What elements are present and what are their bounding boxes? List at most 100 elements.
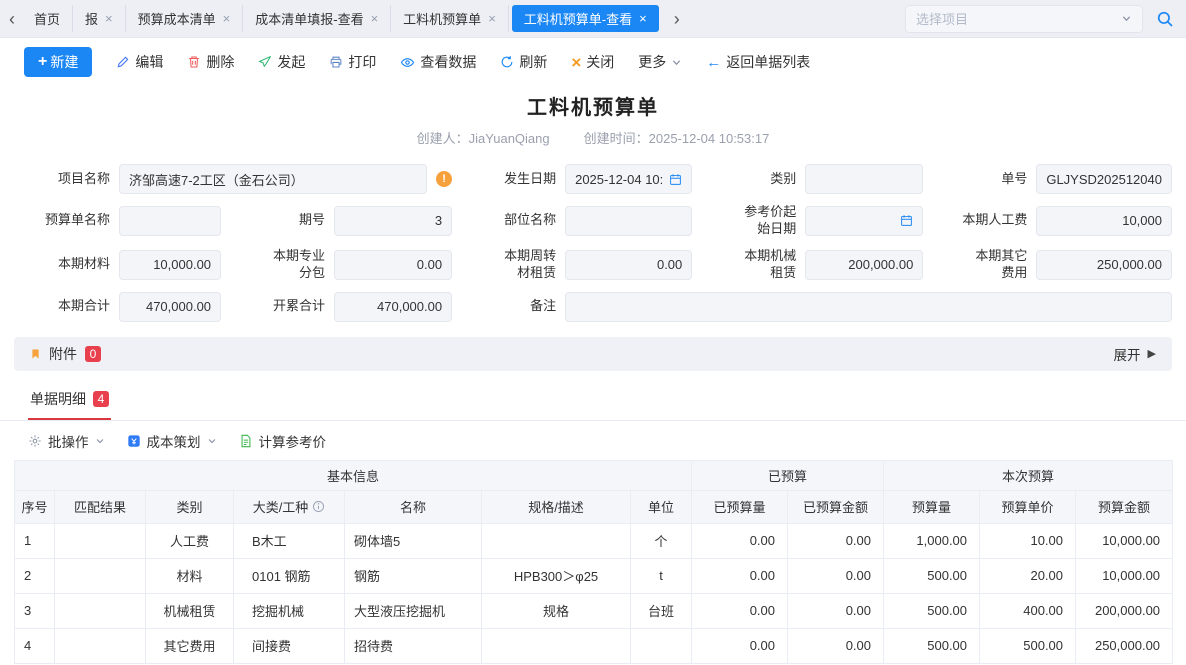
- project-name-input[interactable]: 济邹高速7-2工区（金石公司）: [119, 164, 427, 194]
- refresh-button[interactable]: 刷新: [500, 52, 547, 72]
- doc-form: 项目名称 济邹高速7-2工区（金石公司） ! 发生日期 2025-12-04 1…: [0, 147, 1186, 322]
- category-input[interactable]: [805, 164, 923, 194]
- plus-icon: +: [38, 54, 47, 70]
- tab-doc-1[interactable]: 报 ×: [73, 5, 126, 32]
- field-subcontract-cost: 本期专业 分包 0.00: [245, 248, 452, 282]
- table-cell: t: [631, 558, 692, 593]
- table-cell: 规格: [482, 593, 631, 628]
- group-header-row: 基本信息 已预算 本次预算: [15, 460, 1173, 490]
- period-no-input[interactable]: 3: [334, 206, 452, 236]
- field-label: 本期人工费: [947, 212, 1027, 229]
- close-label: 关闭: [586, 52, 614, 72]
- remark-input[interactable]: [565, 292, 1172, 322]
- tab-cost-list-fill-view[interactable]: 成本清单填报-查看 ×: [243, 5, 391, 32]
- table-cell: 0.00: [692, 558, 788, 593]
- turnover-rent-input[interactable]: 0.00: [565, 250, 692, 280]
- tab-close-icon[interactable]: ×: [223, 12, 231, 25]
- occur-date-input[interactable]: 2025-12-04 10:: [565, 164, 692, 194]
- subcontract-cost-input[interactable]: 0.00: [334, 250, 452, 280]
- batch-ops-label: 批操作: [48, 431, 89, 451]
- back-to-list-button[interactable]: ← 返回单据列表: [706, 52, 810, 72]
- budget-name-input[interactable]: [119, 206, 221, 236]
- table-cell: 0.00: [692, 628, 788, 663]
- tab-close-icon[interactable]: ×: [639, 12, 647, 25]
- tabs-scroll-right-icon[interactable]: ›: [667, 10, 687, 28]
- column-header-row: 序号 匹配结果 类别 大类/工种 名称 规格/描述 单位 已预算量 已预算金额 …: [15, 490, 1173, 523]
- cumulative-total-input[interactable]: 470,000.00: [334, 292, 452, 322]
- info-icon[interactable]: [312, 500, 325, 513]
- machine-rent-input[interactable]: 200,000.00: [805, 250, 923, 280]
- field-label: 类别: [716, 171, 796, 188]
- new-button[interactable]: + 新建: [24, 47, 92, 77]
- tab-home[interactable]: 首页: [22, 5, 73, 32]
- chevron-down-icon: [1121, 13, 1132, 24]
- table-cell: 材料: [146, 558, 234, 593]
- field-label: 开累合计: [245, 298, 325, 315]
- table-cell: 400.00: [980, 593, 1076, 628]
- table-row[interactable]: 1 人工费 B木工 砌体墙5 个 0.00 0.00 1,000.00 10.0…: [15, 523, 1173, 558]
- table-row[interactable]: 2 材料 0101 钢筋 钢筋 HPB300＞φ25 t 0.00 0.00 5…: [15, 558, 1173, 593]
- table-cell: [55, 523, 146, 558]
- table-row[interactable]: 3 机械租赁 挖掘机械 大型液压挖掘机 规格 台班 0.00 0.00 500.…: [15, 593, 1173, 628]
- tab-close-icon[interactable]: ×: [488, 12, 496, 25]
- table-cell: 砌体墙5: [345, 523, 482, 558]
- table-cell: B木工: [234, 523, 345, 558]
- expand-button[interactable]: 展开 ▶: [1114, 344, 1156, 364]
- labor-cost-input[interactable]: 10,000: [1036, 206, 1172, 236]
- close-button[interactable]: × 关闭: [571, 52, 614, 72]
- tab-label: 首页: [34, 9, 60, 28]
- search-icon[interactable]: [1156, 10, 1174, 28]
- field-label: 本期合计: [14, 298, 110, 315]
- triangle-right-icon: ▶: [1148, 347, 1156, 360]
- table-cell: 台班: [631, 593, 692, 628]
- material-cost-input[interactable]: 10,000.00: [119, 250, 221, 280]
- cost-planning-button[interactable]: 成本策划: [127, 431, 217, 451]
- field-label: 项目名称: [14, 171, 110, 188]
- created-time-info: 创建时间：2025-12-04 10:53:17: [584, 128, 770, 147]
- column-header-budgeted-qty: 已预算量: [692, 490, 788, 523]
- warning-icon: !: [436, 171, 452, 187]
- ref-price-date-input[interactable]: [805, 206, 923, 236]
- print-button[interactable]: 打印: [329, 52, 376, 72]
- calendar-icon: [669, 173, 682, 186]
- tab-budget-cost-list[interactable]: 预算成本清单 ×: [126, 5, 244, 32]
- new-button-label: 新建: [50, 52, 78, 72]
- view-data-button[interactable]: 查看数据: [400, 52, 476, 72]
- delete-button[interactable]: 删除: [187, 52, 234, 72]
- tab-close-icon[interactable]: ×: [371, 12, 379, 25]
- tab-strip: 首页 报 × 预算成本清单 × 成本清单填报-查看 × 工料机预算单 × 工料机…: [22, 5, 659, 32]
- group-header-budgeted: 已预算: [692, 460, 884, 490]
- table-cell: 0101 钢筋: [234, 558, 345, 593]
- field-period-total: 本期合计 470,000.00: [14, 292, 221, 322]
- tabs-scroll-left-icon[interactable]: ‹: [2, 10, 22, 28]
- more-button[interactable]: 更多: [638, 52, 682, 72]
- pencil-icon: [116, 55, 130, 69]
- other-cost-input[interactable]: 250,000.00: [1036, 250, 1172, 280]
- initiate-button[interactable]: 发起: [258, 52, 305, 72]
- field-category: 类别: [716, 164, 923, 194]
- tab-material-budget-view-active[interactable]: 工料机预算单-查看 ×: [512, 5, 659, 32]
- attachment-label: 附件: [49, 344, 77, 364]
- field-label: 本期周转 材租赁: [476, 248, 556, 282]
- tab-label: 工料机预算单: [403, 9, 481, 28]
- table-row[interactable]: 4 其它费用 间接费 招待费 0.00 0.00 500.00 500.00 2…: [15, 628, 1173, 663]
- tab-bar: ‹ 首页 报 × 预算成本清单 × 成本清单填报-查看 × 工料机预算单 × 工…: [0, 0, 1186, 38]
- chevron-down-icon: [95, 436, 105, 446]
- tab-close-icon[interactable]: ×: [105, 12, 113, 25]
- period-total-input[interactable]: 470,000.00: [119, 292, 221, 322]
- tab-label: 成本清单填报-查看: [255, 9, 363, 28]
- batch-ops-button[interactable]: 批操作: [28, 431, 105, 451]
- tab-detail-lines[interactable]: 单据明细 4: [28, 384, 111, 420]
- field-material-cost: 本期材料 10,000.00: [14, 248, 221, 282]
- tab-material-budget[interactable]: 工料机预算单 ×: [391, 5, 509, 32]
- column-header-name: 名称: [345, 490, 482, 523]
- calc-ref-price-button[interactable]: 计算参考价: [239, 431, 327, 451]
- field-label: 发生日期: [476, 171, 556, 188]
- edit-button[interactable]: 编辑: [116, 52, 163, 72]
- project-select[interactable]: 选择项目: [905, 5, 1143, 33]
- tab-label: 报: [85, 9, 98, 28]
- back-arrow-icon: ←: [706, 55, 721, 70]
- column-header-unit: 单位: [631, 490, 692, 523]
- doc-no-input[interactable]: GLJYSD202512040: [1036, 164, 1172, 194]
- part-name-input[interactable]: [565, 206, 692, 236]
